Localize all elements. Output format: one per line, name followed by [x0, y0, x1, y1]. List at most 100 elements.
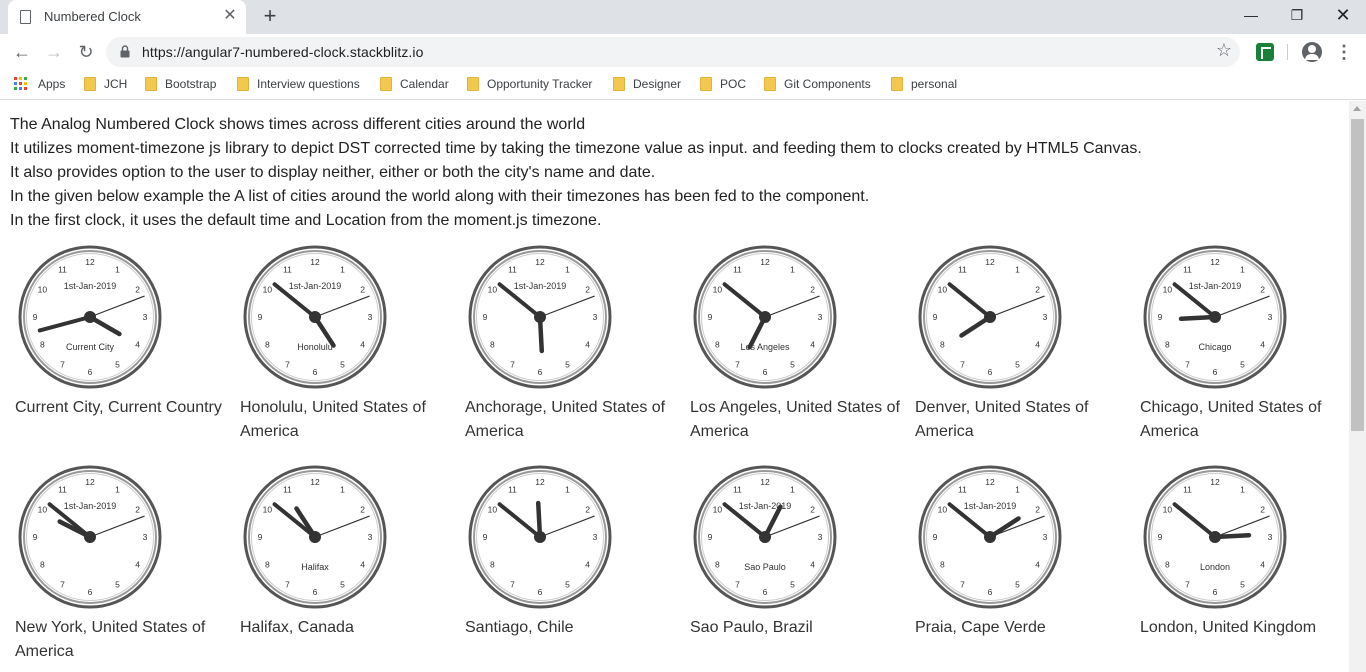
clock-numeral: 2: [585, 285, 590, 295]
vertical-scrollbar[interactable]: [1349, 101, 1366, 672]
clock-numeral: 4: [810, 340, 815, 350]
clock-hub: [534, 531, 546, 543]
clock-numeral: 9: [933, 312, 938, 322]
forward-button[interactable]: →: [40, 38, 68, 66]
clock-numeral: 3: [593, 532, 598, 542]
clock-numeral: 6: [538, 587, 543, 597]
bookmark-label: JCH: [104, 77, 128, 91]
intro-line: It also provides option to the user to d…: [10, 164, 656, 181]
bookmark-star-icon[interactable]: ☆: [1216, 40, 1232, 61]
analog-clock-face: 1212345678910111st-Jan-2019Chicago: [1143, 245, 1287, 389]
clock-date-label: 1st-Jan-2019: [289, 281, 342, 291]
clock-numeral: 11: [733, 264, 742, 274]
clock-numeral: 6: [88, 587, 93, 597]
clock-numeral: 9: [708, 312, 713, 322]
folder-icon: [891, 77, 903, 91]
city-clock: 12 1 2 3 4 5 6 7 8 9 10 11 1st-Jan-2019 Sao Paulo Sao …: [685, 464, 910, 672]
clock-numeral: 7: [510, 360, 515, 370]
reload-button[interactable]: ↻: [72, 38, 100, 66]
clock-numeral: 2: [1260, 505, 1265, 515]
city-clock: 12 1 2 3 4 5 6 7 8 9 10 11 1st-Jan-2019 New York, Uni…: [10, 464, 235, 672]
clock-numeral: 7: [1185, 580, 1190, 590]
profile-avatar-icon[interactable]: [1302, 42, 1322, 62]
clock-numeral: 9: [1158, 532, 1163, 542]
back-button[interactable]: ←: [8, 38, 36, 66]
clock-numeral: 12: [535, 257, 545, 267]
folder-icon: [613, 77, 625, 91]
clock-caption: London, United Kingdom: [1140, 619, 1317, 636]
clock-city-label: Sao Paulo: [744, 562, 786, 572]
extension-icon[interactable]: [1256, 43, 1274, 61]
clock-numeral: 10: [488, 285, 498, 295]
clock-numeral: 6: [88, 367, 93, 377]
clock-numeral: 10: [938, 505, 948, 515]
clock-numeral: 10: [488, 505, 498, 515]
clock-city-label: Honolulu: [297, 342, 333, 352]
analog-clock-face: 1212345678910111st-Jan-2019: [468, 245, 612, 389]
tab-numbered-clock[interactable]: Numbered Clock ✕: [8, 0, 246, 34]
analog-clock-face: 1212345678910111st-Jan-2019: [18, 465, 162, 609]
scrollbar-thumb[interactable]: [1351, 119, 1364, 431]
city-clock: 12 1 2 3 4 5 6 7 8 9 10 11 1st-Jan-2019 Chicago Chicag…: [1135, 244, 1349, 464]
clock-numeral: 1: [115, 264, 120, 274]
clock-numeral: 4: [135, 560, 140, 570]
city-clock: 12 1 2 3 4 5 6 7 8 9 10 11 London London, United King…: [1135, 464, 1349, 672]
clock-caption: Halifax, Canada: [240, 619, 354, 636]
lock-icon[interactable]: [120, 45, 130, 58]
url-text[interactable]: https://angular7-numbered-clock.stackbli…: [142, 44, 424, 60]
clock-numeral: 8: [940, 560, 945, 570]
clock-numeral: 9: [483, 532, 488, 542]
folder-icon: [764, 77, 776, 91]
clock-numeral: 11: [283, 264, 292, 274]
clock-numeral: 2: [360, 285, 365, 295]
bookmark-label: Apps: [38, 77, 66, 91]
clock-hub: [984, 311, 996, 323]
clock-numeral: 8: [940, 340, 945, 350]
close-window-button[interactable]: ✕: [1320, 0, 1366, 30]
address-bar[interactable]: https://angular7-numbered-clock.stackbli…: [106, 37, 1240, 67]
clock-numeral: 2: [135, 285, 140, 295]
bookmark-label: Opportunity Tracker: [487, 77, 593, 91]
clock-numeral: 7: [960, 360, 965, 370]
clock-hub: [759, 311, 771, 323]
clock-numeral: 8: [1165, 560, 1170, 570]
clock-numeral: 5: [790, 360, 795, 370]
minimize-button[interactable]: —: [1228, 0, 1274, 30]
clock-numeral: 5: [340, 360, 345, 370]
clock-numeral: 6: [1213, 367, 1218, 377]
clock-numeral: 11: [508, 264, 517, 274]
clock-numeral: 11: [1183, 264, 1192, 274]
clock-numeral: 8: [1165, 340, 1170, 350]
clock-numeral: 9: [33, 312, 38, 322]
tab-title: Numbered Clock: [44, 9, 141, 24]
clock-numeral: 5: [790, 580, 795, 590]
city-clock: 12 1 2 3 4 5 6 7 8 9 10 11 Los Angeles Los Angeles, U…: [685, 244, 910, 464]
clock-numeral: 1: [1240, 484, 1245, 494]
clock-numeral: 12: [310, 257, 320, 267]
analog-clock-face: 121234567891011: [468, 465, 612, 609]
clock-numeral: 1: [790, 484, 795, 494]
maximize-button[interactable]: ❐: [1274, 0, 1320, 30]
clock-numeral: 3: [143, 312, 148, 322]
city-clock: 12 1 2 3 4 5 6 7 8 9 10 11 Santiago, Chile: [460, 464, 685, 672]
folder-icon: [237, 77, 249, 91]
clock-numeral: 11: [1183, 484, 1192, 494]
clock-numeral: 12: [1210, 257, 1220, 267]
scroll-up-arrow-icon[interactable]: [1353, 106, 1361, 111]
page-content: The Analog Numbered Clock shows times ac…: [0, 101, 1349, 672]
clock-caption: Praia, Cape Verde: [915, 619, 1046, 636]
tab-close-icon[interactable]: ✕: [220, 6, 240, 26]
clock-numeral: 12: [985, 257, 995, 267]
clock-numeral: 10: [1163, 285, 1173, 295]
clock-caption: Current City, Current Country: [15, 399, 222, 416]
clock-numeral: 1: [565, 484, 570, 494]
clock-numeral: 6: [988, 587, 993, 597]
clock-numeral: 8: [490, 560, 495, 570]
new-tab-button[interactable]: +: [258, 5, 282, 29]
clock-numeral: 4: [360, 340, 365, 350]
clock-numeral: 3: [368, 312, 373, 322]
clock-numeral: 4: [810, 560, 815, 570]
clock-numeral: 1: [1015, 264, 1020, 274]
clock-numeral: 2: [585, 505, 590, 515]
menu-button[interactable]: ⋮: [1334, 38, 1354, 66]
